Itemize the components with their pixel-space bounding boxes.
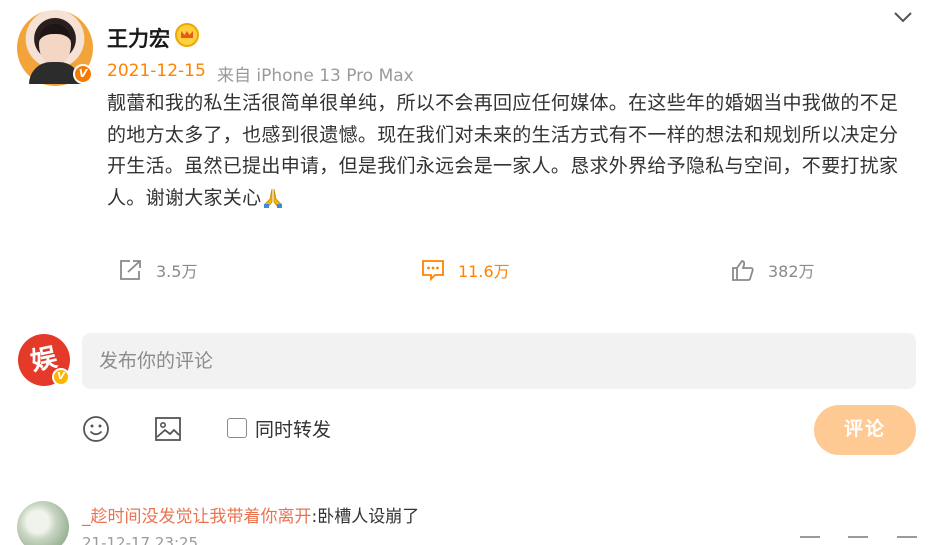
- post-date[interactable]: 2021-12-15: [107, 61, 206, 81]
- crown-icon: [175, 23, 199, 47]
- emoji-icon[interactable]: [82, 415, 110, 443]
- comment-button[interactable]: 11.6万: [420, 258, 510, 282]
- comment-icon: [422, 260, 444, 282]
- comment-share-icon[interactable]: [848, 536, 868, 545]
- comment-like-icon[interactable]: [897, 536, 917, 545]
- avatar-face: [39, 24, 71, 66]
- comment-username[interactable]: _趁时间没发觉让我带着你离开: [82, 507, 312, 527]
- chevron-down-icon[interactable]: [892, 6, 914, 28]
- comment-reply-icon[interactable]: [800, 536, 820, 545]
- image-icon[interactable]: [154, 415, 182, 443]
- comment-text: :卧槽人设崩了: [311, 507, 420, 527]
- like-button[interactable]: 382万: [730, 258, 815, 282]
- thumbs-up-icon: [732, 260, 754, 281]
- comment-time: 21-12-17 23:25: [82, 534, 199, 545]
- pray-icon: [264, 188, 283, 208]
- share-icon: [120, 260, 141, 280]
- verified-badge-icon: V: [73, 64, 93, 84]
- verified-badge-icon: V: [52, 368, 70, 386]
- repost-count: 3.5万: [156, 262, 198, 281]
- submit-comment-button[interactable]: 评论: [814, 405, 916, 455]
- comment-input[interactable]: [82, 333, 916, 389]
- post-source: 来自 iPhone 13 Pro Max: [217, 66, 414, 86]
- author-name[interactable]: 王力宏: [107, 23, 170, 53]
- post-text-content: 靓蕾和我的私生活很简单很单纯，所以不会再回应任何媒体。在这些年的婚姻当中我做的不…: [107, 92, 899, 209]
- commenter-avatar[interactable]: [17, 501, 69, 545]
- repost-checkbox[interactable]: [227, 418, 247, 438]
- comment-count: 11.6万: [458, 262, 510, 281]
- like-count: 382万: [768, 262, 815, 281]
- comment-item: _趁时间没发觉让我带着你离开:卧槽人设崩了: [82, 502, 419, 527]
- repost-checkbox-label[interactable]: 同时转发: [255, 415, 331, 442]
- repost-button[interactable]: 3.5万: [118, 258, 197, 282]
- post-text: 靓蕾和我的私生活很简单很单纯，所以不会再回应任何媒体。在这些年的婚姻当中我做的不…: [107, 88, 907, 214]
